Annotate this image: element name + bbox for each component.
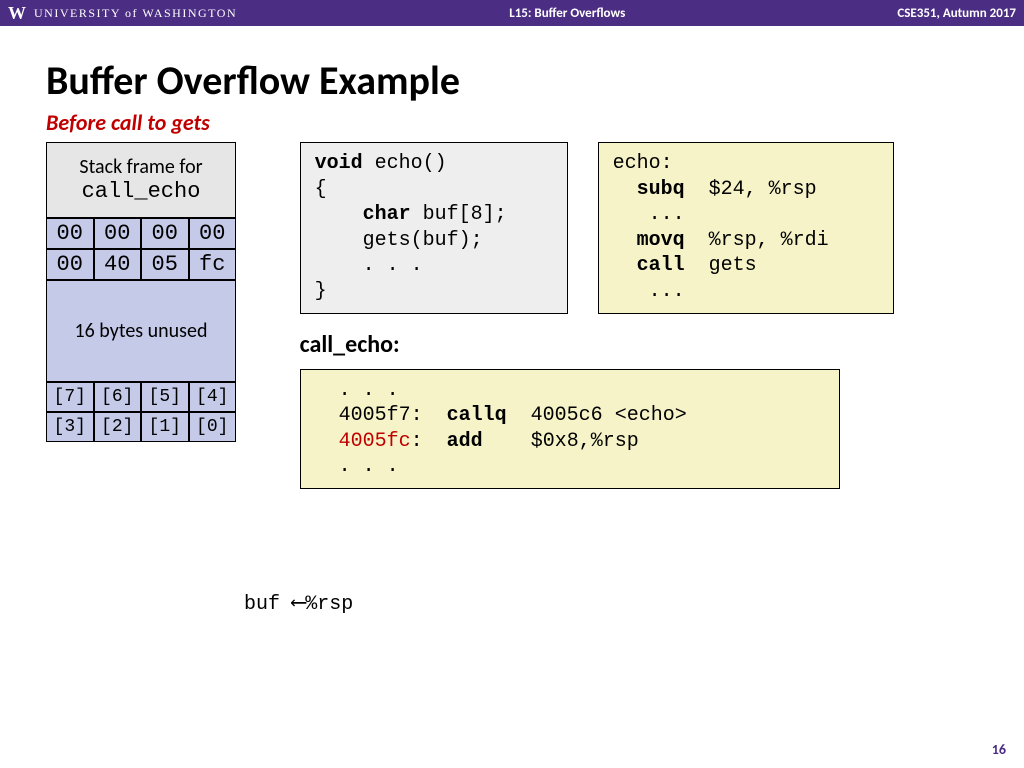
byte-cell: 40 [94,249,142,280]
brace-open: { [315,178,327,201]
byte-cell: 00 [189,218,237,249]
slide-content: Buffer Overflow Example Before call to g… [0,26,1024,489]
buf-cell: [2] [94,412,142,442]
return-addr-row2: 00 40 05 fc [46,249,236,280]
byte-cell: fc [189,249,237,280]
buf-label: buf [244,593,280,616]
asm-call-echo: . . . 4005f7: callq 4005c6 <echo> 4005fc… [300,369,840,489]
byte-cell: 00 [46,218,94,249]
gets-call: gets(buf); [315,229,483,252]
stack-frame-line2: call_echo [82,179,201,204]
logo: W [8,3,26,24]
course-code: CSE351, Autumn 2017 [897,6,1016,21]
byte-cell: 00 [46,249,94,280]
buf-row1: [7] [6] [5] [4] [46,382,236,412]
byte-cell: 00 [141,218,189,249]
code-column: void echo() { char buf[8]; gets(buf); . … [300,142,940,489]
asm-label: echo: [613,152,673,175]
indent [315,203,363,226]
stack-diagram: Stack frame for call_echo 00 00 00 00 00… [46,142,236,442]
buf-cell: [7] [46,382,94,412]
stack-frame-line1: Stack frame for [79,155,202,179]
byte-cell: 05 [141,249,189,280]
section-call-echo: call_echo: [300,330,940,359]
return-addr-row1: 00 00 00 00 [46,218,236,249]
buf-cell: [6] [94,382,142,412]
byte-cell: 00 [94,218,142,249]
lecture-title: L15: Buffer Overflows [237,6,897,21]
unused-region: 16 bytes unused [46,280,236,382]
buf-cell: [4] [189,382,237,412]
asm-echo: echo: subq $24, %rsp ... movq %rsp, %rdi… [598,142,894,314]
c-code: void echo() { char buf[8]; gets(buf); . … [300,142,568,314]
rsp-reg: %rsp [305,593,353,616]
asm-add: add [447,430,483,453]
fn-name: echo() [363,152,447,175]
page-number: 16 [992,741,1006,758]
brace-close: } [315,280,327,303]
buf-cell: [3] [46,412,94,442]
university: UNIVERSITY of WASHINGTON [34,6,237,21]
ret-addr: 4005fc [339,430,411,453]
buf-cell: [1] [141,412,189,442]
kw-char: char [363,203,411,226]
buf-cell: [0] [189,412,237,442]
subtitle: Before call to gets [46,109,978,136]
buf-cell: [5] [141,382,189,412]
stack-frame-header: Stack frame for call_echo [46,142,236,218]
kw-void: void [315,152,363,175]
slide-header: W UNIVERSITY of WASHINGTON L15: Buffer O… [0,0,1024,26]
buf-decl: buf[8]; [411,203,507,226]
asm-subq: subq [637,178,685,201]
rsp-pointer: buf ⟵%rsp [244,590,353,616]
buf-row2: [3] [2] [1] [0] [46,412,236,442]
asm-movq: movq [637,229,685,252]
asm-call: call [637,254,685,277]
dots: . . . [315,254,423,277]
asm-callq: callq [447,404,507,427]
arrow-left-icon: ⟵ [292,591,305,616]
page-title: Buffer Overflow Example [46,56,978,105]
